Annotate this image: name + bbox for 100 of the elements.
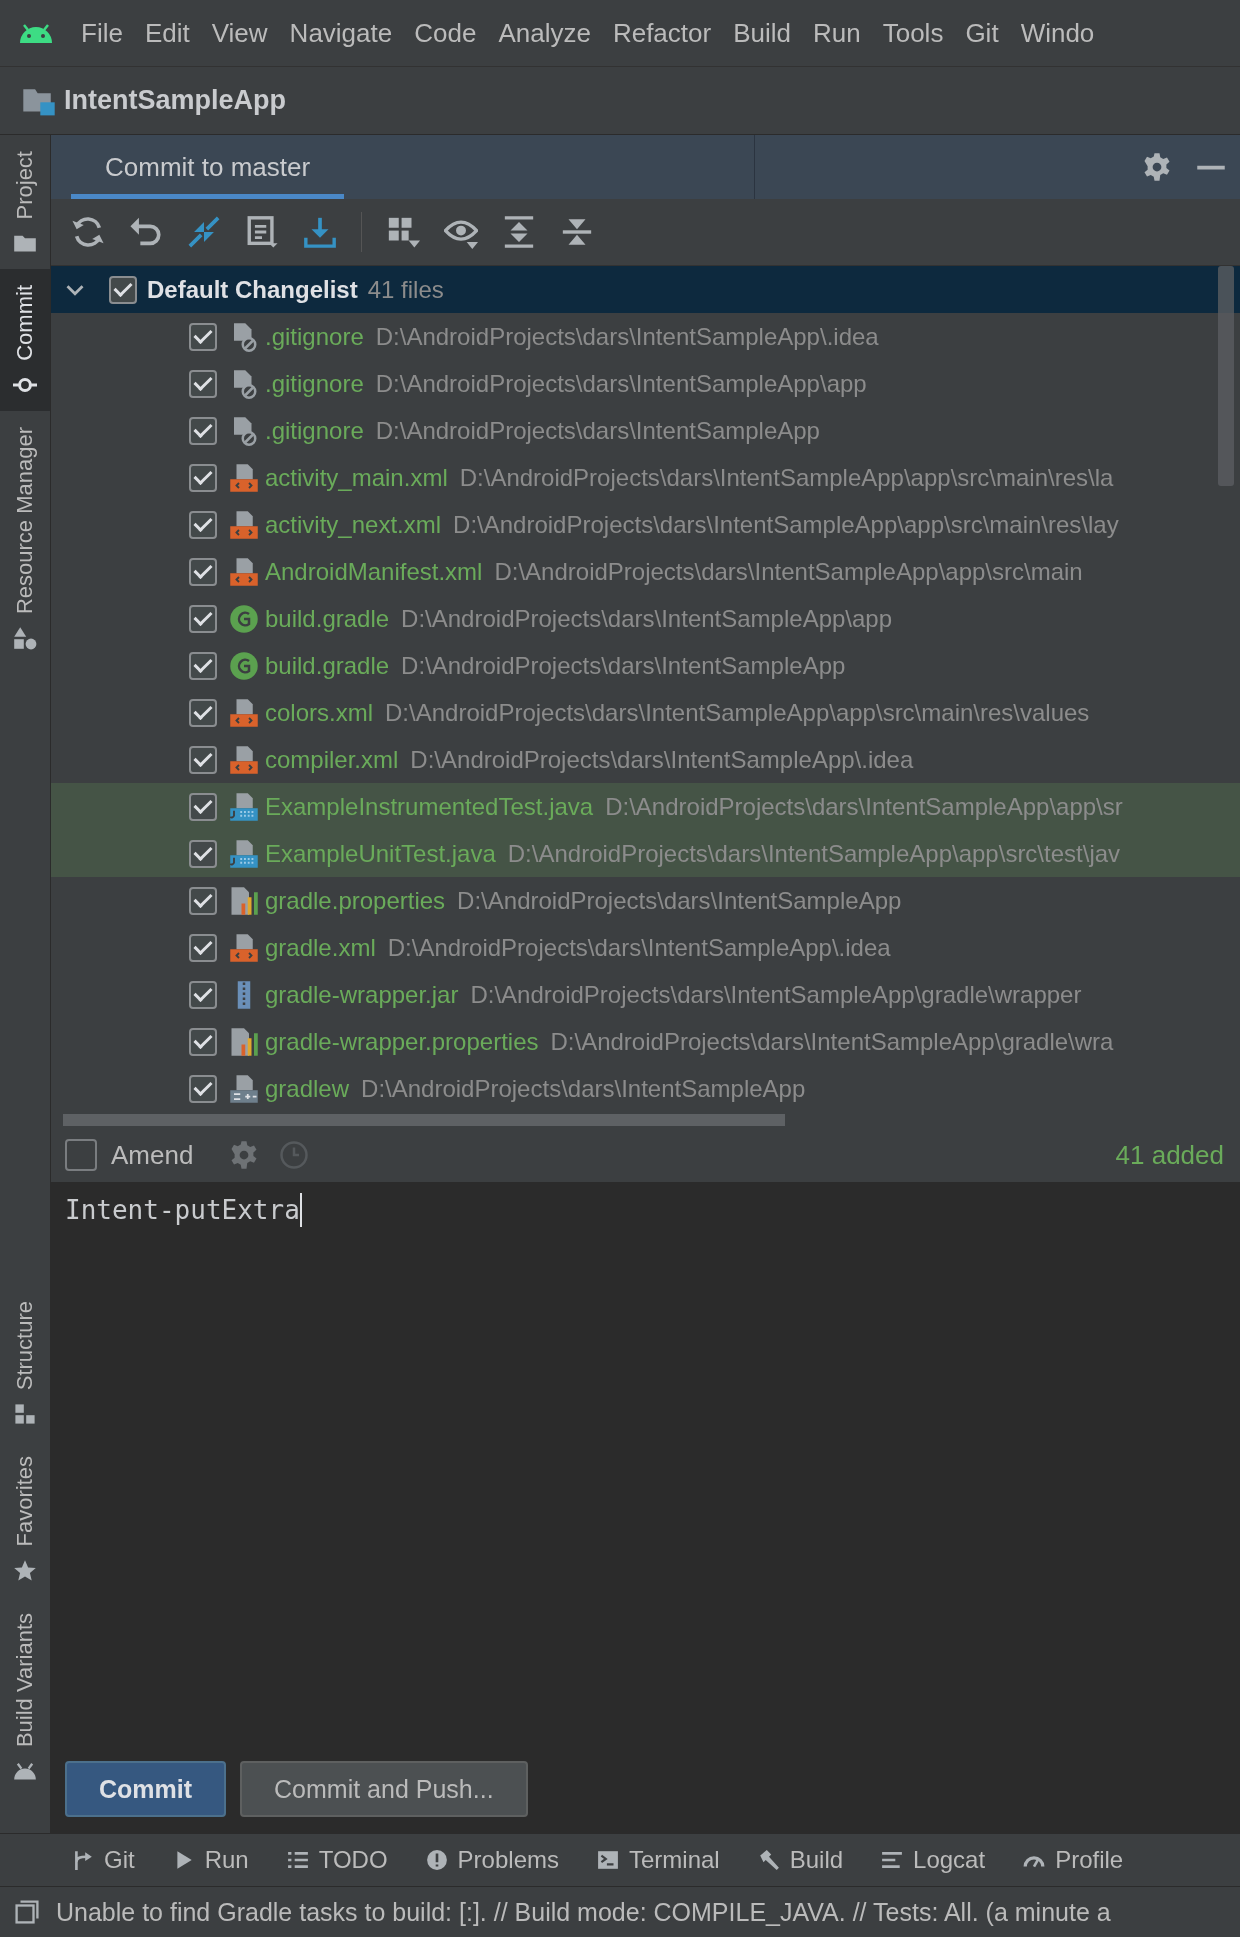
file-row[interactable]: ExampleUnitTest.java D:\AndroidProjects\dars\IntentSampleApp\app\src\test\jav (51, 830, 1240, 877)
file-name[interactable]: ExampleUnitTest.java (265, 839, 496, 868)
document-icon[interactable] (245, 215, 279, 249)
menu-item[interactable]: File (70, 17, 134, 49)
amend-checkbox[interactable] (65, 1139, 97, 1171)
amend-label[interactable]: Amend (111, 1139, 194, 1171)
project-name[interactable]: IntentSampleApp (64, 85, 286, 116)
file-path: D:\AndroidProjects\dars\IntentSampleApp\.idea (410, 745, 914, 774)
file-name[interactable]: build.gradle (265, 651, 390, 680)
menu-item[interactable]: Windo (1009, 17, 1106, 49)
checkbox[interactable] (189, 463, 217, 492)
file-name[interactable]: .gitignore (265, 369, 364, 398)
checkbox[interactable] (189, 604, 217, 633)
side-tab[interactable]: Favorites (0, 1440, 50, 1597)
checkbox[interactable] (189, 416, 217, 445)
file-name[interactable]: .gitignore (265, 416, 364, 445)
commit-message-field[interactable]: Intent-putExtra (51, 1183, 1240, 1745)
side-tab[interactable]: Structure (0, 1285, 50, 1441)
tool-window-tab[interactable]: Run (172, 1846, 249, 1874)
tool-window-tab[interactable]: Logcat (881, 1846, 986, 1874)
file-row[interactable]: gradle.xml D:\AndroidProjects\dars\IntentSampleApp\.idea (51, 924, 1240, 971)
checkbox[interactable] (189, 651, 217, 680)
file-row[interactable]: activity_main.xml D:\AndroidProjects\dars\IntentSampleApp\app\src\main\res\la (51, 454, 1240, 501)
hammer-icon (757, 1849, 780, 1871)
file-name[interactable]: compiler.xml (265, 745, 399, 774)
checkbox[interactable] (189, 792, 217, 821)
checkbox[interactable] (189, 698, 217, 727)
checkbox[interactable] (189, 933, 217, 962)
checkbox[interactable] (189, 745, 217, 774)
menu-item[interactable]: Navigate (278, 17, 404, 49)
file-path: D:\AndroidProjects\dars\IntentSampleApp\gradle\wrapper (470, 980, 1082, 1009)
checkbox[interactable] (189, 557, 217, 586)
file-row[interactable]: gradle.properties D:\AndroidProjects\dars\IntentSampleApp (51, 877, 1240, 924)
checkbox[interactable] (189, 980, 217, 1009)
expand-all-icon[interactable] (502, 215, 536, 249)
checkbox[interactable] (189, 839, 217, 868)
checkbox[interactable] (189, 1027, 217, 1056)
menu-item[interactable]: Run (802, 17, 872, 49)
tool-window-tab[interactable]: Git (72, 1846, 135, 1874)
group-icon[interactable] (386, 215, 420, 249)
file-row[interactable]: activity_next.xml D:\AndroidProjects\dars\IntentSampleApp\app\src\main\res\lay (51, 501, 1240, 548)
file-row[interactable]: .gitignore D:\AndroidProjects\dars\IntentSampleApp\.idea (51, 313, 1240, 360)
file-row[interactable]: ExampleInstrumentedTest.java D:\AndroidProjects\dars\IntentSampleApp\app\sr (51, 783, 1240, 830)
file-name[interactable]: activity_next.xml (265, 510, 442, 539)
file-row[interactable]: gradle-wrapper.properties D:\AndroidProjects\dars\IntentSampleApp\gradle\wra (51, 1018, 1240, 1065)
side-tab[interactable]: Commit (0, 269, 50, 412)
commit-and-push-button[interactable]: Commit and Push... (240, 1761, 528, 1817)
settings-icon[interactable] (1142, 152, 1172, 182)
file-row[interactable]: compiler.xml D:\AndroidProjects\dars\IntentSampleApp\.idea (51, 736, 1240, 783)
checkbox[interactable] (109, 275, 137, 304)
refresh-icon[interactable] (71, 215, 105, 249)
menu-item[interactable]: Git (954, 17, 1010, 49)
file-name[interactable]: activity_main.xml (265, 463, 448, 492)
commit-button[interactable]: Commit (65, 1761, 227, 1817)
file-row[interactable]: .gitignore D:\AndroidProjects\dars\IntentSampleApp\app (51, 360, 1240, 407)
scrollbar[interactable] (63, 1114, 785, 1126)
file-row[interactable]: gradlew D:\AndroidProjects\dars\IntentSampleApp (51, 1065, 1240, 1112)
file-name[interactable]: colors.xml (265, 698, 373, 727)
file-name[interactable]: gradle.xml (265, 933, 376, 962)
tool-window-tab[interactable]: Profile (1023, 1846, 1124, 1874)
scrollbar[interactable] (1218, 266, 1234, 486)
file-row[interactable]: AndroidManifest.xml D:\AndroidProjects\dars\IntentSampleApp\app\src\main (51, 548, 1240, 595)
menu-item[interactable]: View (200, 17, 279, 49)
menu-item[interactable]: Code (403, 17, 488, 49)
file-path: D:\AndroidProjects\dars\IntentSampleApp\.idea (375, 322, 879, 351)
file-name[interactable]: gradlew (265, 1074, 350, 1103)
window-icon[interactable] (14, 1899, 40, 1925)
checkbox[interactable] (189, 369, 217, 398)
file-row[interactable]: colors.xml D:\AndroidProjects\dars\IntentSampleApp\app\src\main\res\values (51, 689, 1240, 736)
menu-item[interactable]: Analyze (487, 17, 602, 49)
file-row[interactable]: .gitignore D:\AndroidProjects\dars\IntentSampleApp (51, 407, 1240, 454)
arrows-icon[interactable] (187, 215, 221, 249)
shapes-icon (13, 626, 37, 651)
checkbox[interactable] (189, 322, 217, 351)
file-name[interactable]: build.gradle (265, 604, 390, 633)
checkbox[interactable] (189, 1074, 217, 1103)
java-file-icon (229, 791, 259, 822)
download-icon[interactable] (303, 215, 337, 249)
file-name[interactable]: .gitignore (265, 322, 364, 351)
file-row[interactable]: build.gradle D:\AndroidProjects\dars\IntentSampleApp\app (51, 595, 1240, 642)
side-tab[interactable]: Build Variants (0, 1596, 50, 1797)
file-name[interactable]: ExampleInstrumentedTest.java (265, 792, 594, 821)
tool-window-tab[interactable]: Problems (425, 1846, 559, 1874)
checkbox[interactable] (189, 886, 217, 915)
file-name[interactable]: gradle-wrapper.jar (265, 980, 459, 1009)
file-row[interactable]: gradle-wrapper.jar D:\AndroidProjects\dars\IntentSampleApp\gradle\wrapper (51, 971, 1240, 1018)
tool-window-tab[interactable]: Terminal (597, 1846, 720, 1874)
menu-item[interactable]: Tools (871, 17, 955, 49)
file-row[interactable]: build.gradle D:\AndroidProjects\dars\IntentSampleApp (51, 642, 1240, 689)
side-tab[interactable]: Project (0, 135, 50, 270)
side-tab[interactable]: Resource Manager (0, 411, 50, 665)
tool-window-tab[interactable]: TODO (286, 1846, 388, 1874)
menu-item[interactable]: Refactor (601, 17, 723, 49)
file-name[interactable]: gradle.properties (265, 886, 446, 915)
file-name[interactable]: AndroidManifest.xml (265, 557, 483, 586)
menu-item[interactable]: Edit (133, 17, 201, 49)
menu-item[interactable]: Build (722, 17, 802, 49)
checkbox[interactable] (189, 510, 217, 539)
file-name[interactable]: gradle-wrapper.properties (265, 1027, 539, 1056)
tool-window-tab[interactable]: Build (757, 1846, 844, 1874)
